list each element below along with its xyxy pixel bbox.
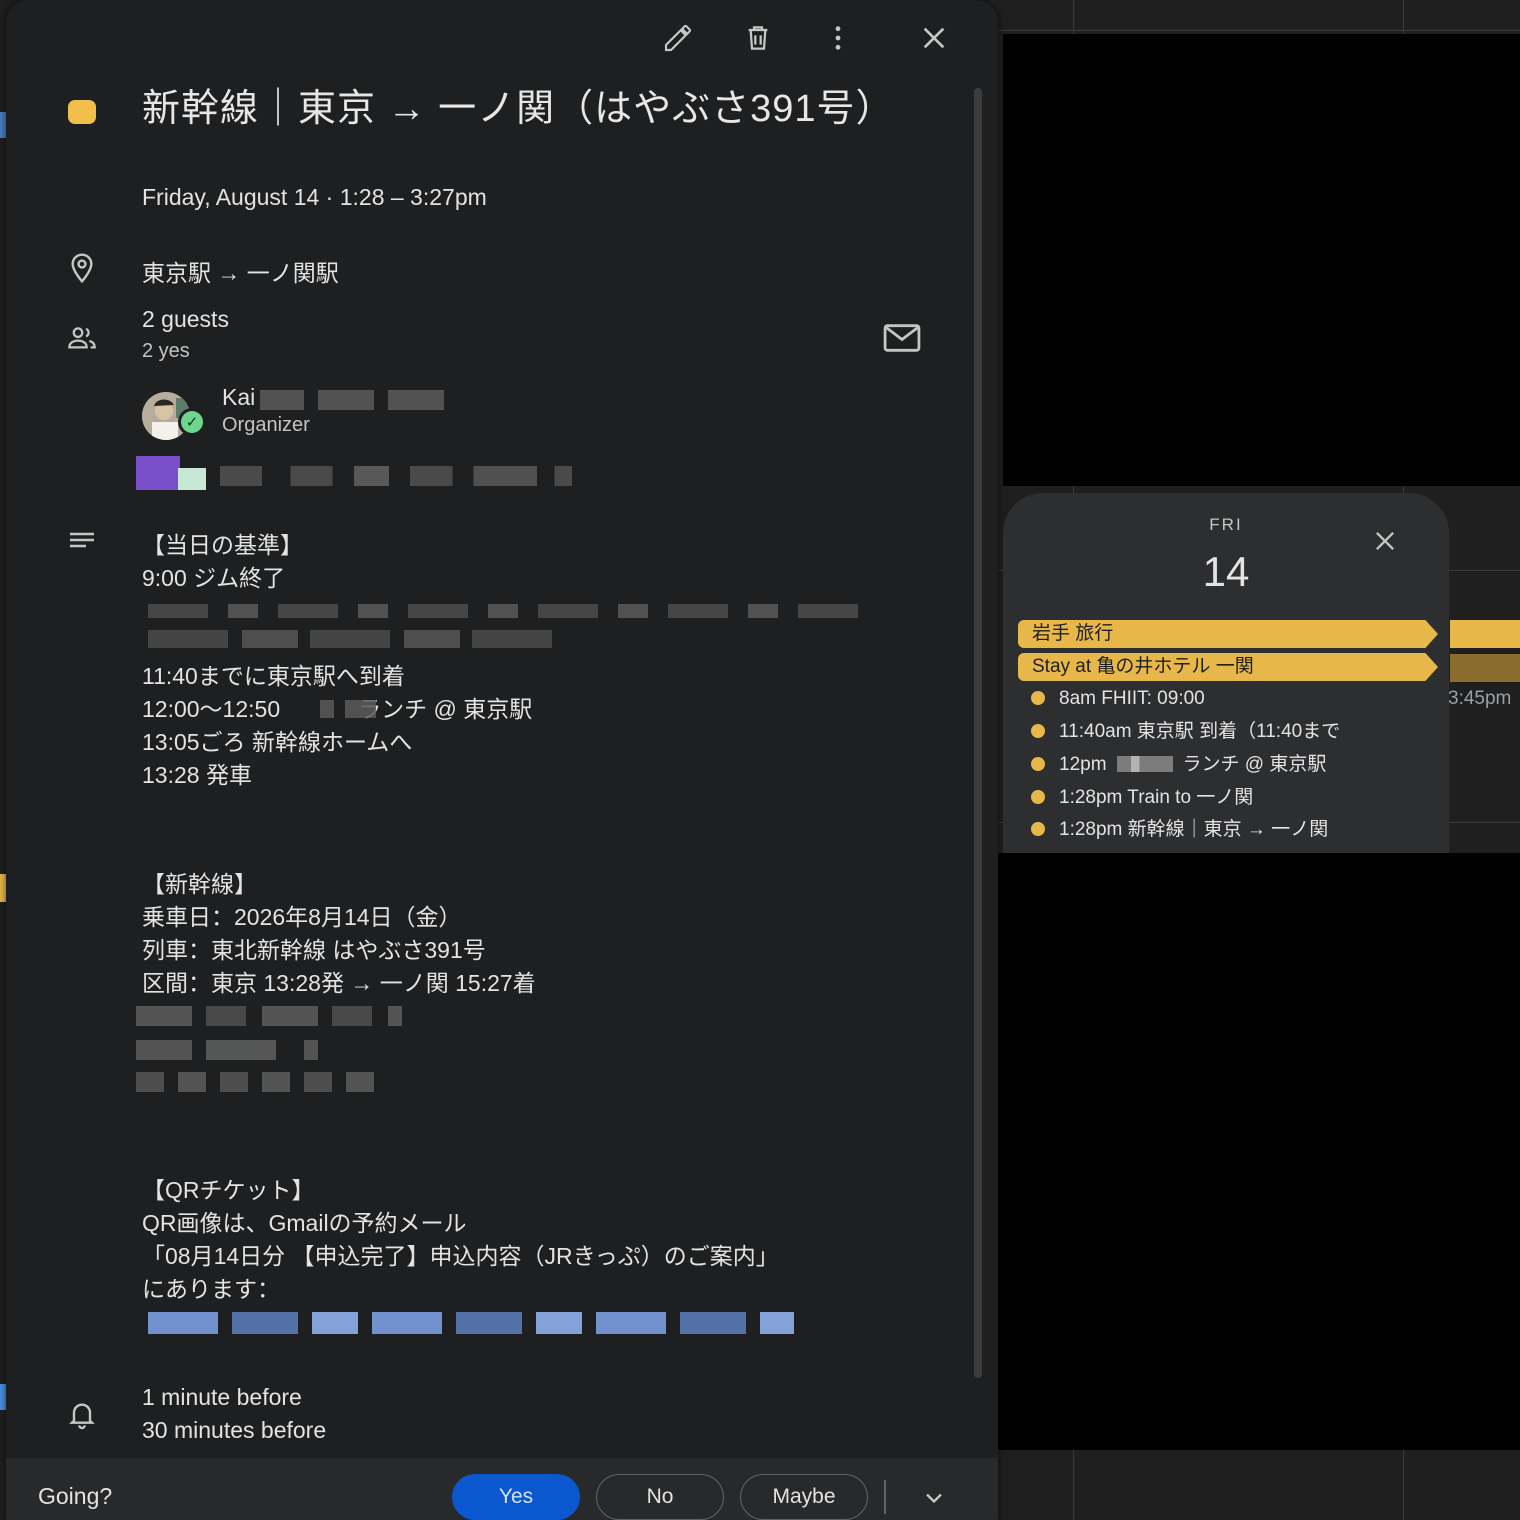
event-details-dialog: 新幹線｜東京 → 一ノ関（はやぶさ391号） Friday, August 14… <box>6 0 998 1520</box>
accepted-check-icon: ✓ <box>178 408 206 436</box>
redacted-text <box>136 1072 374 1092</box>
grid-horizontal-line <box>998 30 1520 31</box>
description-icon <box>64 524 100 560</box>
description-line: 「08月14日分 【申込完了】申込内容（JRきっぷ）のご案内」 <box>142 1243 779 1269</box>
allday-event[interactable]: 岩手 旅行 <box>1018 620 1438 648</box>
redacted-text <box>1116 756 1173 772</box>
organizer-role: Organizer <box>222 414 310 436</box>
timed-event[interactable]: 12pm ランチ @ 東京駅 <box>1031 750 1326 780</box>
guests-yes-count: 2 yes <box>142 340 190 362</box>
description-line: 9:00 ジム終了 <box>142 565 286 591</box>
guest-avatar-redacted <box>178 468 206 490</box>
redacted-guest-name <box>220 466 572 486</box>
reminders-list: 1 minute before 30 minutes before <box>142 1381 326 1447</box>
event-dot <box>1031 691 1045 705</box>
mail-icon <box>883 324 921 352</box>
description-line: 【当日の基準】 <box>142 532 303 558</box>
redacted-text <box>388 390 444 410</box>
divider <box>884 1480 886 1514</box>
reminder-item: 1 minute before <box>142 1384 302 1410</box>
description-line: 13:05ごろ 新幹線ホームへ <box>142 729 413 755</box>
event-location[interactable]: 東京駅 → 一ノ関駅 <box>142 254 339 288</box>
redacted-text <box>148 604 868 618</box>
description-section3: 【QRチケット】 QR画像は、Gmailの予約メール 「08月14日分 【申込完… <box>142 1174 779 1306</box>
close-icon <box>923 27 945 49</box>
dialog-toolbar <box>6 0 998 76</box>
going-label: Going? <box>38 1483 113 1509</box>
background-time-label: 3:45pm <box>1448 688 1512 709</box>
rsvp-no-button[interactable]: No <box>596 1474 724 1520</box>
allday-event[interactable]: Stay at 亀の井ホテル 一関 <box>1018 653 1438 681</box>
timed-event[interactable]: 11:40am 東京駅 到着（11:40まで <box>1031 717 1340 747</box>
popup-close-button[interactable] <box>1367 523 1403 559</box>
rsvp-yes-button[interactable]: Yes <box>452 1474 580 1520</box>
guests-icon <box>64 320 100 356</box>
description-line: 乗車日：2026年8月14日（金） <box>142 904 462 930</box>
redacted-text <box>136 1040 318 1060</box>
description-line: 列車：東北新幹線 はやぶさ391号 <box>142 937 486 963</box>
description-line: 13:28 発車 <box>142 762 252 788</box>
chevron-down-icon <box>926 1493 942 1504</box>
event-color-indicator <box>68 100 96 124</box>
description-line: にあります： <box>142 1276 280 1302</box>
event-dot <box>1031 822 1045 836</box>
email-guests-button[interactable] <box>882 320 922 356</box>
background-event-strip <box>1450 654 1520 682</box>
description-line: 11:40までに東京駅へ到着 <box>142 663 405 689</box>
event-datetime: Friday, August 14 · 1:28 – 3:27pm <box>142 184 487 210</box>
close-button[interactable] <box>914 18 954 58</box>
scrollbar[interactable] <box>974 88 982 1378</box>
description-line: 【QRチケット】 <box>142 1177 315 1203</box>
redacted-text <box>136 1006 402 1026</box>
more-vert-icon <box>835 26 841 50</box>
delete-button[interactable] <box>738 18 778 58</box>
close-icon <box>1376 532 1394 550</box>
rsvp-more-options-button[interactable] <box>914 1478 954 1518</box>
timed-event[interactable]: 1:28pm 新幹線｜東京 → 一ノ関 <box>1031 815 1328 845</box>
redacted-text <box>320 700 376 718</box>
reminder-item: 30 minutes before <box>142 1417 327 1443</box>
description-line: 【新幹線】 <box>142 871 257 897</box>
description-line: 区間：東京 13:28発 → 一ノ関 15:27着 <box>142 970 536 996</box>
event-dot <box>1031 724 1045 738</box>
more-options-button[interactable] <box>818 18 858 58</box>
description-section1-cont: 11:40までに東京駅へ到着 12:00〜12:50 ランチ @ 東京駅 13:0… <box>142 660 532 792</box>
event-title: 新幹線｜東京 → 一ノ関（はやぶさ391号） <box>142 88 895 130</box>
guests-count: 2 guests <box>142 306 229 332</box>
background-event-strip <box>1450 620 1520 648</box>
guest-avatar-redacted <box>136 456 180 490</box>
redacted-region <box>1003 34 1520 486</box>
edit-icon <box>664 24 692 52</box>
description-line: QR画像は、Gmailの予約メール <box>142 1210 467 1236</box>
organizer-name: Kai <box>222 384 256 410</box>
timed-event[interactable]: 1:28pm Train to 一ノ関 <box>1031 783 1253 813</box>
event-dot <box>1031 757 1045 771</box>
location-icon <box>64 250 100 286</box>
timed-event[interactable]: 8am FHIIT: 09:00 <box>1031 684 1205 714</box>
edit-button[interactable] <box>658 18 698 58</box>
redacted-link[interactable] <box>148 1312 794 1334</box>
description-section2: 【新幹線】 乗車日：2026年8月14日（金） 列車：東北新幹線 はやぶさ391… <box>142 868 536 1000</box>
event-dot <box>1031 790 1045 804</box>
notifications-icon <box>64 1396 100 1432</box>
redacted-region <box>980 853 1520 1450</box>
rsvp-maybe-button[interactable]: Maybe <box>740 1474 868 1520</box>
day-events-popup: FRI 14 岩手 旅行 Stay at 亀の井ホテル 一関 8am FHIIT… <box>1003 493 1449 853</box>
description-section1: 【当日の基準】 9:00 ジム終了 <box>142 529 303 595</box>
redacted-text <box>260 390 304 410</box>
delete-icon <box>748 26 768 50</box>
redacted-text <box>318 390 374 410</box>
redacted-text <box>148 630 558 648</box>
